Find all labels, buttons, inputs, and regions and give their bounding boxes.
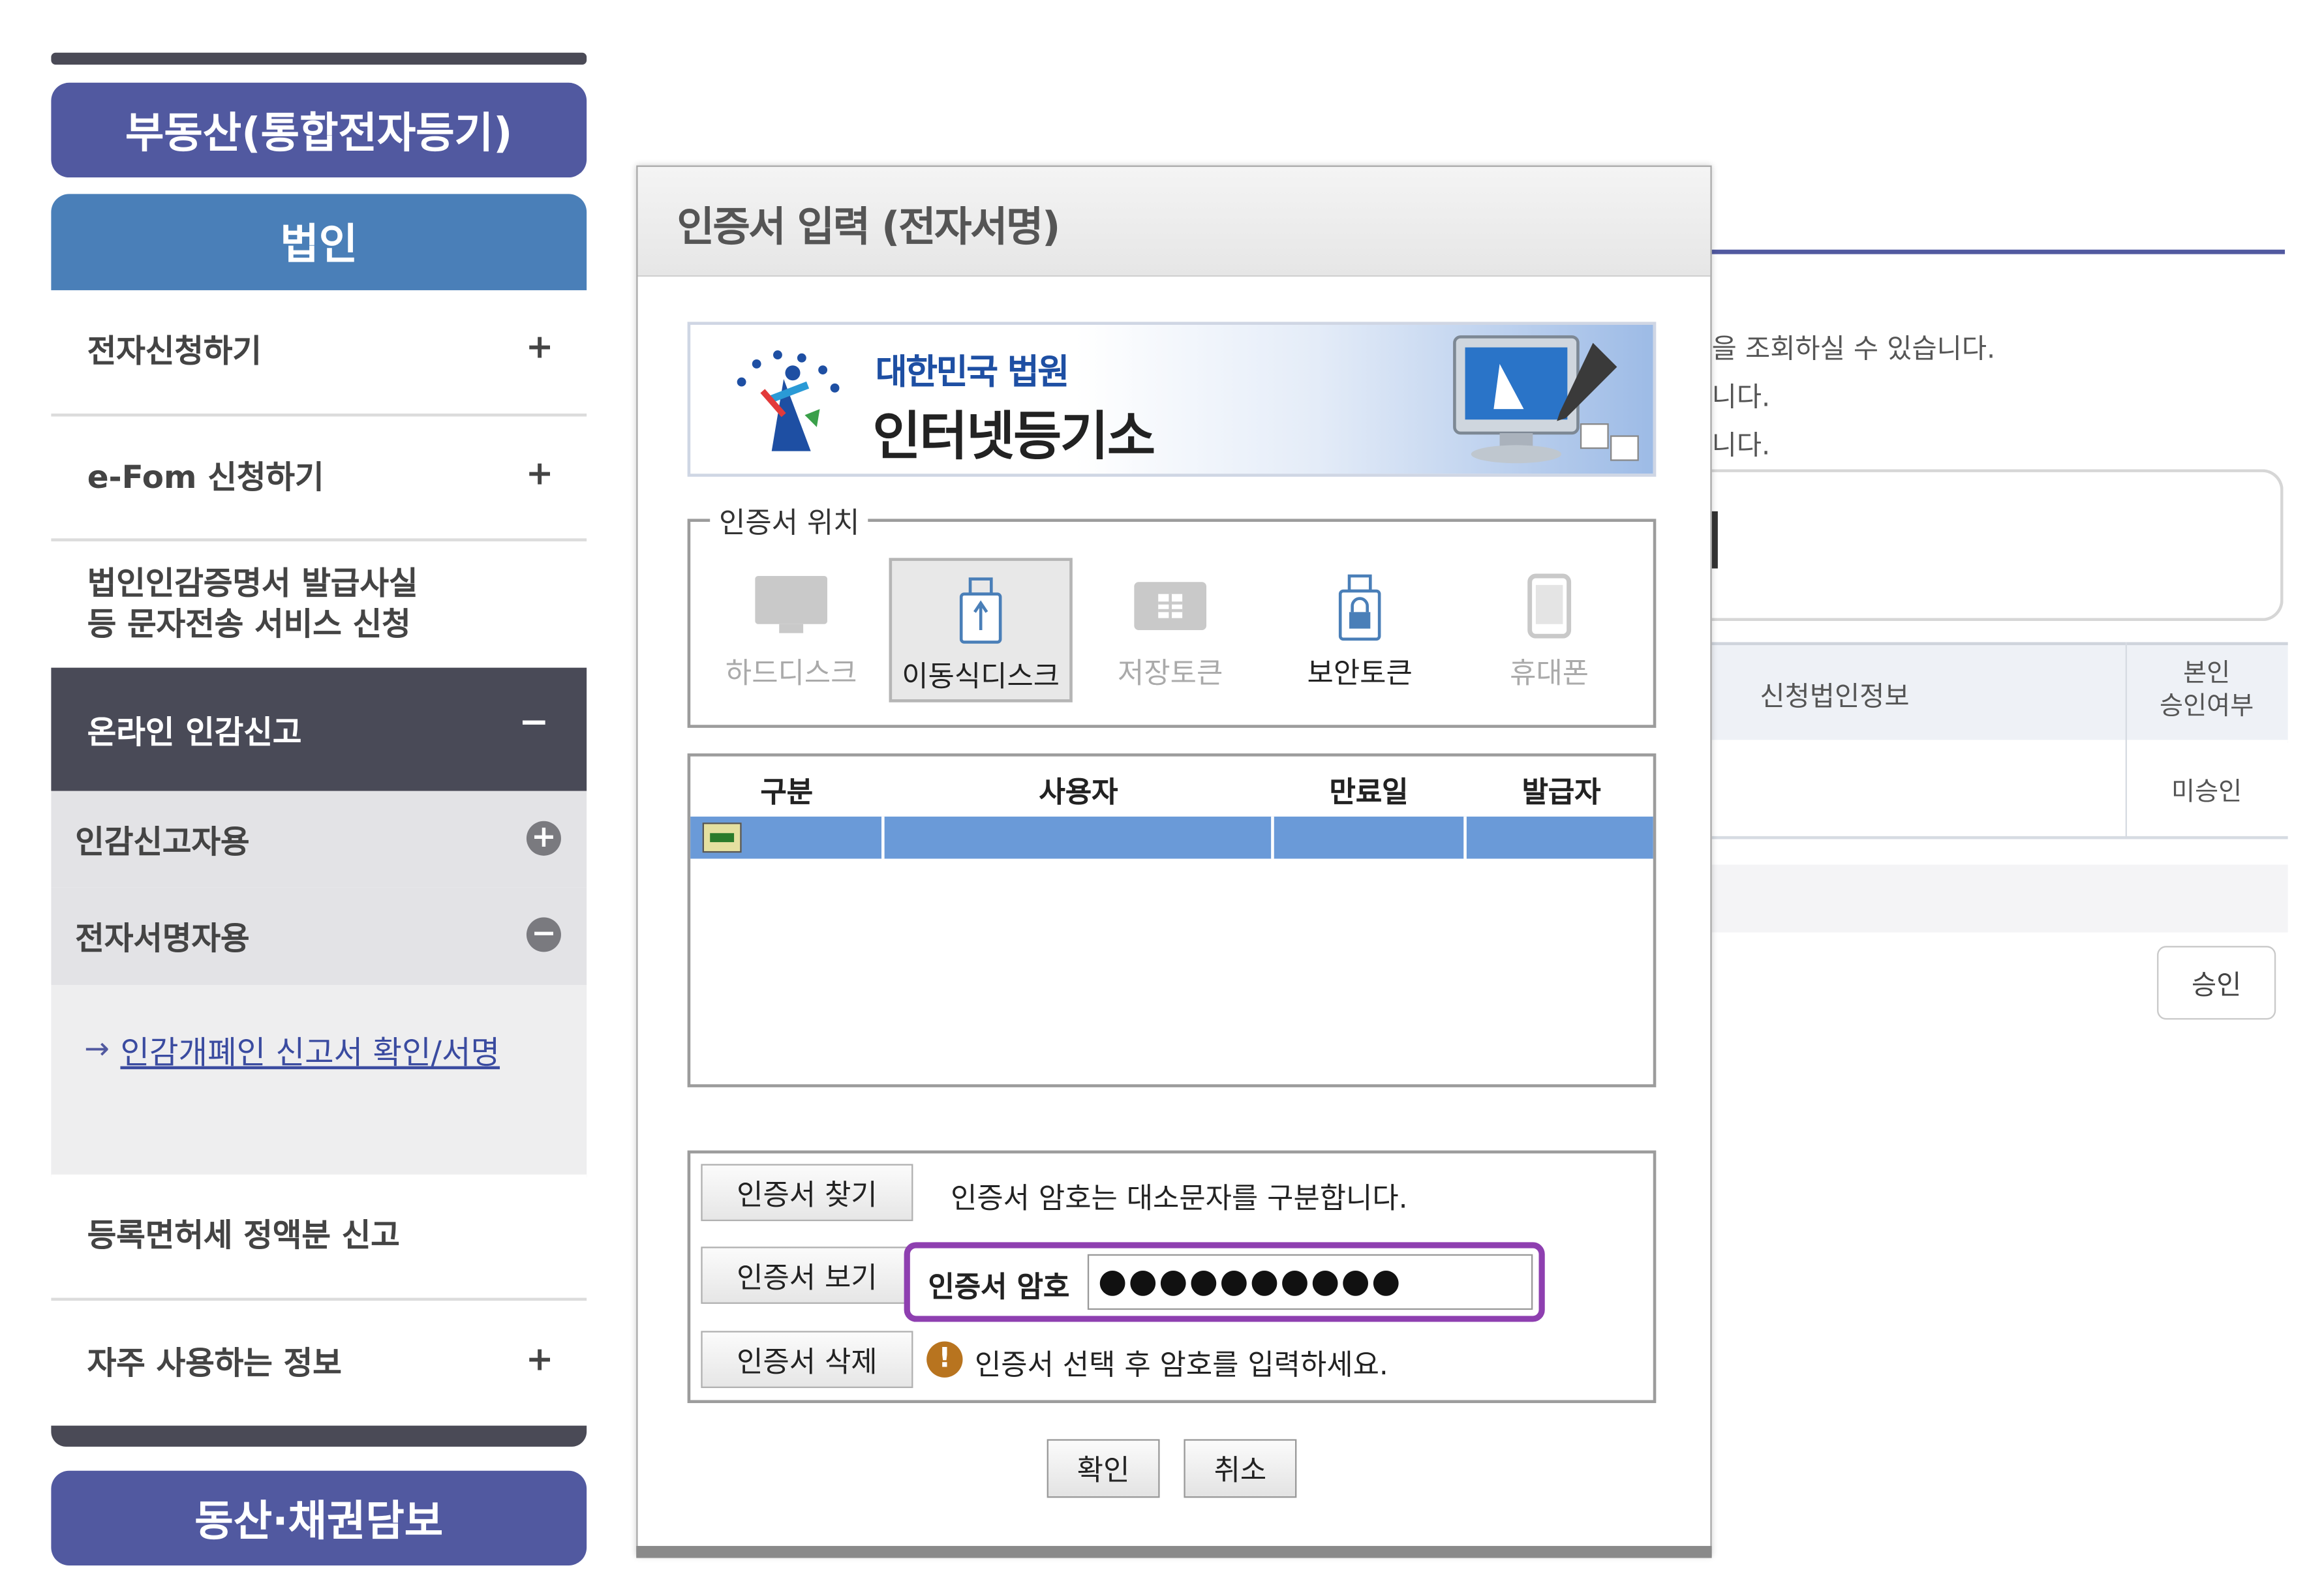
usb-drive-icon [959,577,1002,644]
column-header: 발급자 [1521,776,1601,809]
expand-icon: + [525,1340,554,1378]
seal-report-confirm-link[interactable]: 인감개폐인 신고서 확인/서명 [120,1021,557,1084]
plus-circle-icon: + [526,821,561,856]
sidebar-subitem-e-signer[interactable]: 전자서명자용 − [51,887,587,986]
sidebar-item-label: 등록면허세 정액분 신고 [87,1217,400,1254]
location-hard-disk[interactable]: 하드디스크 [699,558,883,702]
column-separator [881,816,885,859]
password-hint: 인증서 선택 후 암호를 입력하세요. [974,1349,1388,1382]
sidebar-item-sms-service[interactable]: 법인인감증명서 발급사실 등 문자전송 서비스 신청 [51,541,587,668]
sidebar-item-label: 법인인감증명서 발급사실 등 문자전송 서비스 신청 [87,565,418,642]
sidebar-item-online-seal[interactable]: 온라인 인감신고 − [51,667,587,791]
location-label: 휴대폰 [1510,657,1589,691]
sidebar-item-e-application[interactable]: 전자신청하기 + [51,290,587,417]
sidebar-subitem-label: 전자서명자용 [75,920,250,957]
court-name: 대한민국 법원 [875,353,1069,393]
sidebar-item-registration-tax[interactable]: 등록면허세 정액분 신고 [51,1174,587,1301]
minus-circle-icon: − [526,916,561,952]
dialog-title: 인증서 입력 (전자서명) [677,204,1060,252]
location-legend: 인증서 위치 [710,500,869,541]
dialog-header: 인증서 입력 (전자서명) [637,166,1711,277]
location-label: 이동식디스크 [902,660,1060,693]
location-label: 하드디스크 [725,657,857,691]
sidebar-item-eform[interactable]: e-Fom 신청하기 + [51,416,587,541]
sidebar-item-label: 온라인 인감신고 [87,714,302,751]
sidebar-item-label: e-Fom 신청하기 [87,459,324,495]
sidebar-item-frequent-info[interactable]: 자주 사용하는 정보 + [51,1301,587,1426]
column-header: 신청법인정보 [1760,681,1910,713]
sidebar-bottom-bar [51,1425,587,1447]
location-removable-disk[interactable]: 이동식디스크 [889,558,1073,703]
registry-name: 인터넷등기소 [872,407,1155,468]
warning-icon: ! [926,1341,963,1378]
sidebar-item-label: 자주 사용하는 정보 [87,1344,342,1381]
court-logo-icon [737,350,840,451]
location-storage-token[interactable]: 저장토큰 [1078,558,1262,702]
certificate-icon [702,823,742,853]
search-box-edge [1711,511,1718,569]
info-text-line: 니다. [1711,430,1771,462]
content-header-line [1711,249,2286,254]
info-text-line: 니다. [1711,382,1771,414]
lock-token-icon [1338,574,1381,641]
search-box[interactable] [1711,469,2284,622]
table-header: 신청법인정보 본인 승인여부 [1711,642,2288,743]
info-text-line: 을 조회하실 수 있습니다. [1711,333,1996,366]
location-security-token[interactable]: 보안토큰 [1268,558,1452,702]
corporation-section-title: 법인 [51,194,587,290]
column-header: 본인 승인여부 [2160,658,2254,722]
column-header: 만료일 [1329,776,1409,809]
sidebar-subitem-seal-reporter[interactable]: 인감신고자용 + [51,791,587,888]
expand-icon: + [525,329,554,367]
expand-icon: + [525,455,554,493]
sidebar-subitem-label: 인감신고자용 [75,824,250,860]
dialog-bottom-border [636,1546,1712,1558]
ok-button[interactable]: 확인 [1047,1439,1160,1498]
password-input[interactable]: ●●●●●●●●●● [1087,1254,1533,1310]
password-highlight: 인증서 암호 ●●●●●●●●●● [904,1242,1545,1322]
sidebar-link-box: → 인감개폐인 신고서 확인/서명 [51,985,587,1178]
column-separator [1271,816,1274,859]
approve-button[interactable]: 승인 [2157,946,2276,1020]
table-row: 미승인 [1711,740,2288,839]
arrow-right-icon: → [84,1030,110,1066]
case-sensitivity-note: 인증서 암호는 대소문자를 구분합니다. [951,1182,1408,1215]
approval-status: 미승인 [2171,777,2242,808]
content-strip [1711,864,2288,933]
column-separator [1463,816,1467,859]
sidebar-top-bar [51,52,587,65]
column-header: 구분 [760,776,814,809]
location-label: 저장토큰 [1118,657,1223,691]
location-label: 보안토큰 [1307,657,1413,691]
real-estate-button[interactable]: 부동산(통합전자등기) [51,82,587,178]
chip-card-icon [1134,582,1207,631]
column-divider [2125,642,2127,838]
column-header: 사용자 [1039,776,1118,809]
court-banner: 대한민국 법원 인터넷등기소 [687,322,1657,477]
collapse-icon: − [519,701,549,743]
sidebar-item-label: 전자신청하기 [87,333,262,370]
cancel-button[interactable]: 취소 [1184,1439,1297,1498]
view-certificate-button[interactable]: 인증서 보기 [701,1247,913,1304]
movable-claims-button[interactable]: 동산·채권담보 [51,1470,587,1566]
location-phone[interactable]: 휴대폰 [1458,558,1641,702]
password-label: 인증서 암호 [928,1271,1070,1304]
find-certificate-button[interactable]: 인증서 찾기 [701,1164,913,1222]
computer-illustration-icon [1453,335,1639,464]
certificate-row-selected[interactable] [690,816,1653,859]
phone-icon [1527,573,1572,639]
delete-certificate-button[interactable]: 인증서 삭제 [701,1331,913,1388]
monitor-icon [755,576,828,633]
